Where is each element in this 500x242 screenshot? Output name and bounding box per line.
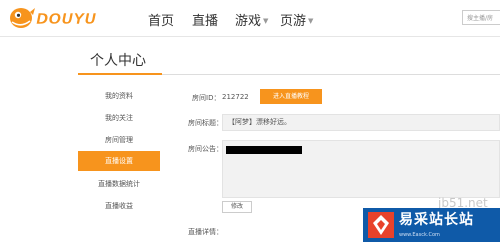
sidebar-item-live-income[interactable]: 直播收益 xyxy=(78,196,160,216)
nav-home[interactable]: 首页 xyxy=(148,10,174,29)
room-id-value: 212722 xyxy=(222,93,249,101)
sidebar-item-profile[interactable]: 我的资料 xyxy=(78,86,160,106)
room-id-label: 房间ID： xyxy=(192,94,221,102)
sidebar-item-live-stats[interactable]: 直播数据统计 xyxy=(78,174,160,194)
edit-button[interactable]: 修改 xyxy=(222,201,252,213)
title-underline xyxy=(78,73,162,75)
details-label: 直播详情： xyxy=(188,228,223,236)
watermark-badge: 易采站长站 www.Easck.Com xyxy=(363,208,500,242)
room-title-input[interactable]: 【阿梦】漂移好远。 xyxy=(222,114,500,131)
watermark-badge-url: www.Easck.Com xyxy=(399,232,440,238)
redacted-block xyxy=(226,146,302,154)
divider xyxy=(162,74,500,75)
search-input[interactable]: 搜主播/房 xyxy=(462,10,500,25)
live-tutorial-button[interactable]: 进入直播教程 xyxy=(260,89,322,104)
nav-games[interactable]: 游戏 ▼ xyxy=(235,10,268,29)
nav-webgames[interactable]: 页游 ▼ xyxy=(280,10,313,29)
announcement-label: 房间公告： xyxy=(188,145,223,153)
svg-text:DOUYU: DOUYU xyxy=(36,10,96,28)
sidebar-item-room-manage[interactable]: 房间管理 xyxy=(78,130,160,150)
room-title-label: 房间标题： xyxy=(188,119,223,127)
nav-divider xyxy=(0,36,500,37)
chevron-down-icon: ▼ xyxy=(263,17,269,25)
site-logo-icon xyxy=(368,212,394,238)
page-title: 个人中心 xyxy=(90,53,146,69)
chevron-down-icon: ▼ xyxy=(308,17,314,25)
top-nav: DOUYU 首页 直播 游戏 ▼ 页游 ▼ 搜主播/房 xyxy=(0,0,500,36)
nav-live[interactable]: 直播 xyxy=(192,10,218,29)
sidebar-item-live-settings[interactable]: 直播设置 xyxy=(78,151,160,171)
sidebar-item-following[interactable]: 我的关注 xyxy=(78,108,160,128)
douyu-logo[interactable]: DOUYU xyxy=(8,3,118,31)
watermark-badge-text: 易采站长站 xyxy=(399,212,474,228)
